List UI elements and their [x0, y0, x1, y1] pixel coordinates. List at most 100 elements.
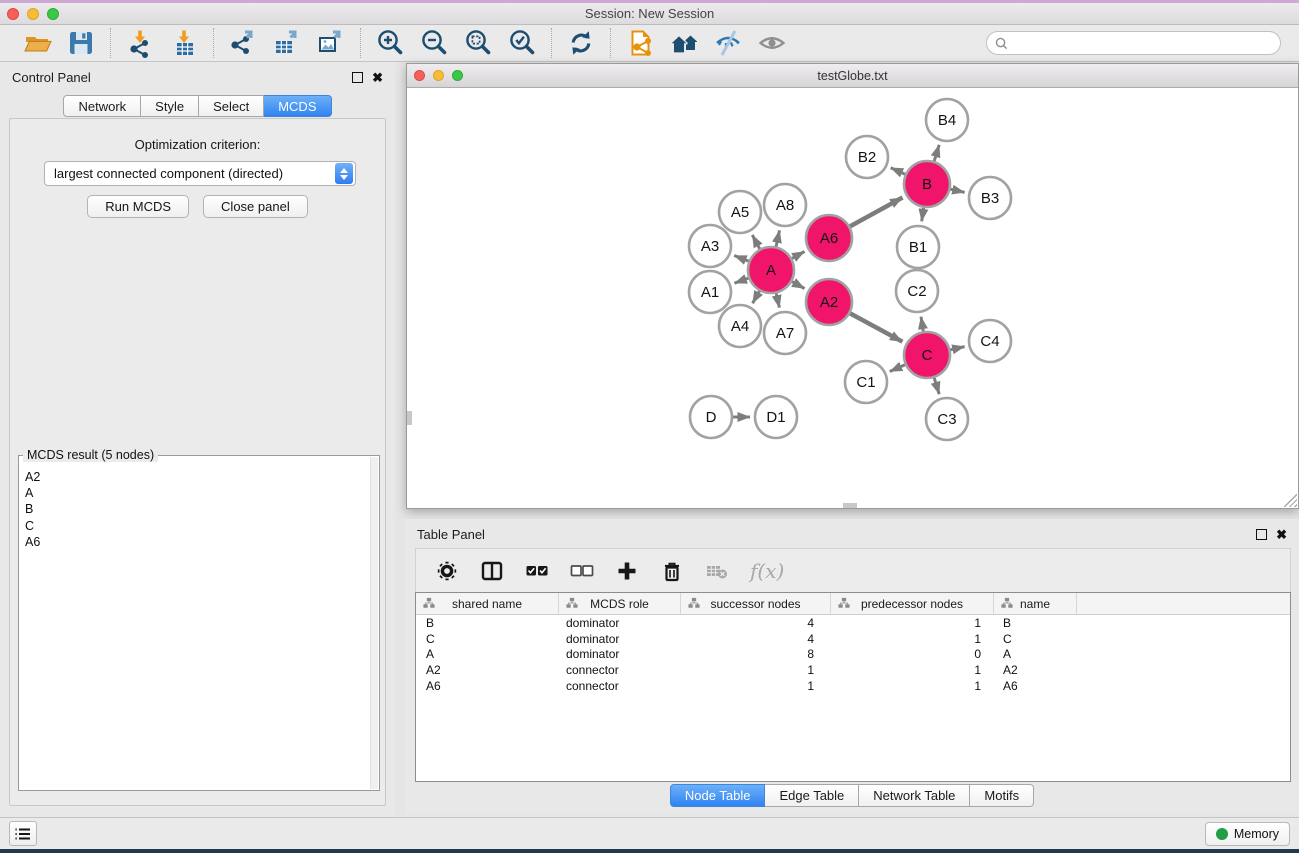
close-panel-icon[interactable]: ✖ [372, 72, 383, 83]
column-header-shared-name[interactable]: shared name [416, 593, 559, 614]
refresh-icon[interactable] [565, 27, 597, 59]
tab-network-table[interactable]: Network Table [859, 784, 970, 807]
graph-node-B4[interactable]: B4 [926, 99, 968, 141]
tab-motifs[interactable]: Motifs [970, 784, 1034, 807]
table-cell[interactable]: dominator [559, 615, 681, 631]
table-cell[interactable]: dominator [559, 631, 681, 647]
graph-edge-B-B4[interactable] [934, 145, 939, 161]
graph-node-D[interactable]: D [690, 396, 732, 438]
table-row[interactable]: A6connector11A6 [416, 678, 1290, 694]
table-cell[interactable]: A [994, 646, 1077, 662]
graph-node-B2[interactable]: B2 [846, 136, 888, 178]
table-cell[interactable]: A6 [416, 678, 559, 694]
table-cell[interactable]: 1 [831, 678, 994, 694]
eye-icon[interactable] [756, 27, 788, 59]
close-panel-button[interactable]: Close panel [203, 195, 308, 218]
table-cell[interactable]: B [416, 615, 559, 631]
graph-node-C1[interactable]: C1 [845, 361, 887, 403]
eye-slash-icon[interactable] [712, 27, 744, 59]
deselect-all-icon[interactable] [570, 557, 594, 585]
graph-edge-A-A2[interactable] [792, 282, 805, 289]
graph-node-B[interactable]: B [904, 161, 950, 207]
table-cell[interactable]: dominator [559, 646, 681, 662]
close-table-panel-icon[interactable]: ✖ [1276, 529, 1287, 540]
table-cell[interactable]: A2 [416, 662, 559, 678]
graph-edge-C-C3[interactable] [934, 378, 939, 394]
table-cell[interactable]: 4 [681, 615, 831, 631]
mcds-result-item[interactable]: A [25, 485, 365, 501]
tab-select[interactable]: Select [199, 95, 264, 117]
tab-network[interactable]: Network [63, 95, 141, 117]
table-cell[interactable]: B [994, 615, 1077, 631]
network-graph[interactable]: B4 B2 B B3 A5 A8 A6 B1 A3 A A1 C2 A2 [407, 88, 1298, 508]
mcds-result-item[interactable]: A2 [25, 469, 365, 485]
table-cell[interactable]: C [994, 631, 1077, 647]
graph-node-A6[interactable]: A6 [806, 215, 852, 261]
graph-node-B1[interactable]: B1 [897, 226, 939, 268]
table-row[interactable]: A2connector11A2 [416, 662, 1290, 678]
graph-node-A[interactable]: A [748, 247, 794, 293]
mcds-result-item[interactable]: B [25, 501, 365, 517]
table-cell[interactable]: 8 [681, 646, 831, 662]
graph-edge-B-B2[interactable] [891, 168, 905, 175]
graph-edge-A2-C[interactable] [850, 313, 902, 341]
tab-node-table[interactable]: Node Table [670, 784, 766, 807]
network-hscroll-nub[interactable] [843, 503, 857, 508]
table-row[interactable]: Cdominator41C [416, 631, 1290, 647]
table-cell[interactable]: 1 [831, 631, 994, 647]
run-mcds-button[interactable]: Run MCDS [87, 195, 189, 218]
graph-edge-B-B1[interactable] [922, 208, 924, 222]
export-image-icon[interactable] [315, 27, 347, 59]
select-all-icon[interactable] [525, 557, 549, 585]
tab-style[interactable]: Style [141, 95, 199, 117]
table-cell[interactable]: A6 [994, 678, 1077, 694]
float-table-panel-icon[interactable] [1256, 529, 1267, 540]
tab-mcds[interactable]: MCDS [264, 95, 331, 117]
import-table-icon[interactable] [168, 27, 200, 59]
table-cell[interactable]: A2 [994, 662, 1077, 678]
gear-icon[interactable] [435, 557, 459, 585]
table-row[interactable]: Bdominator41B [416, 615, 1290, 631]
table-cell[interactable]: 1 [831, 662, 994, 678]
table-cell[interactable]: C [416, 631, 559, 647]
table-cell[interactable]: 1 [681, 678, 831, 694]
function-builder-icon[interactable]: f(x) [750, 557, 784, 585]
graph-edge-A-A6[interactable] [792, 252, 805, 259]
delete-table-icon[interactable] [705, 557, 729, 585]
graph-edge-A-A1[interactable] [735, 278, 749, 283]
zoom-fit-icon[interactable] [462, 27, 494, 59]
table-row[interactable]: Adominator80A [416, 646, 1290, 662]
export-table-icon[interactable] [271, 27, 303, 59]
column-header-successor-nodes[interactable]: successor nodes [681, 593, 831, 614]
graph-node-C2[interactable]: C2 [896, 270, 938, 312]
column-header-predecessor-nodes[interactable]: predecessor nodes [831, 593, 994, 614]
split-panel-icon[interactable] [480, 557, 504, 585]
search-input[interactable] [1013, 36, 1272, 50]
table-cell[interactable]: 1 [681, 662, 831, 678]
graph-node-B3[interactable]: B3 [969, 177, 1011, 219]
network-vscroll-nub[interactable] [407, 411, 412, 425]
graph-edge-A-A8[interactable] [776, 230, 779, 246]
table-cell[interactable]: connector [559, 678, 681, 694]
save-session-icon[interactable] [65, 27, 97, 59]
graph-node-C[interactable]: C [904, 332, 950, 378]
graph-edge-B-B3[interactable] [950, 189, 964, 192]
table-cell[interactable]: 1 [831, 615, 994, 631]
mcds-result-list[interactable]: A2ABCA6 [20, 462, 370, 789]
graph-edge-A-A4[interactable] [753, 291, 760, 303]
graph-node-A4[interactable]: A4 [719, 305, 761, 347]
export-network-icon[interactable] [227, 27, 259, 59]
houses-icon[interactable] [668, 27, 700, 59]
search-box[interactable] [986, 31, 1281, 55]
task-history-button[interactable] [9, 821, 37, 846]
graph-node-A8[interactable]: A8 [764, 184, 806, 226]
graph-node-D1[interactable]: D1 [755, 396, 797, 438]
graph-node-C4[interactable]: C4 [969, 320, 1011, 362]
graph-edge-A6-B[interactable] [850, 198, 903, 227]
open-file-icon[interactable] [21, 27, 53, 59]
table-cell[interactable]: 4 [681, 631, 831, 647]
graph-edge-A-A3[interactable] [734, 256, 749, 262]
delete-icon[interactable] [660, 557, 684, 585]
column-header-MCDS-role[interactable]: MCDS role [559, 593, 681, 614]
graph-node-A5[interactable]: A5 [719, 191, 761, 233]
